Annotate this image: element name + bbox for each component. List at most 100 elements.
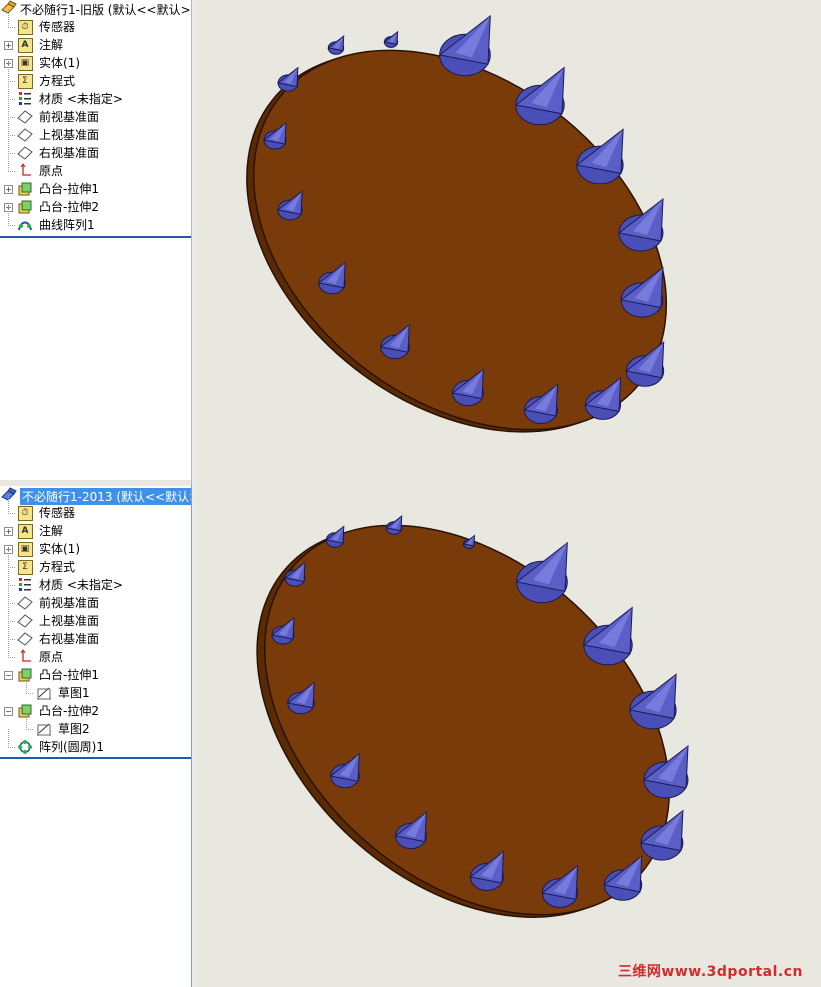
tree-item-label: 曲线阵列1 (39, 218, 95, 232)
equation-icon: Σ (17, 559, 33, 575)
tree-item-label: 材质 <未指定> (39, 92, 123, 106)
tree-item-boss-extrude2[interactable]: + 凸台-拉伸2 (0, 198, 190, 216)
tree-item-label: 传感器 (39, 506, 76, 520)
tree-item-label: 原点 (39, 650, 64, 664)
rollback-bar[interactable] (0, 757, 191, 759)
sketch-icon (36, 685, 52, 701)
tree-item-sensors[interactable]: ⏱ 传感器 (0, 9, 190, 36)
plane-icon (17, 127, 33, 143)
cone-spike (515, 541, 568, 604)
cone-spike (385, 515, 403, 535)
tree-item-boss-extrude1[interactable]: + 凸台-拉伸1 (0, 180, 190, 198)
tree-item-circular-pattern[interactable]: 阵列(圆周)1 (0, 729, 190, 756)
expand-icon[interactable]: + (4, 185, 13, 194)
tree-item-label: 阵列(圆周)1 (39, 740, 104, 754)
tree-item-right-plane[interactable]: 右视基准面 (0, 135, 190, 162)
tree-item-sketch2[interactable]: 草图2 (0, 711, 190, 738)
part-title-row-bottom[interactable]: 不必随行1-2013 (默认<<默认> (0, 486, 191, 505)
tree-item-equations[interactable]: Σ 方程式 (0, 549, 190, 576)
origin-icon (17, 163, 33, 179)
feature-manager-tree-bottom: 不必随行1-2013 (默认<<默认> ⏱ 传感器 + A 注解 + ▣ 实体(… (0, 486, 192, 987)
cone-spike (582, 606, 633, 666)
disk-model-top (246, 49, 668, 433)
tree-item-top-plane[interactable]: 上视基准面 (0, 117, 190, 144)
tree-item-label: 凸台-拉伸2 (39, 704, 99, 718)
collapse-icon[interactable]: − (4, 707, 13, 716)
sketch-icon (36, 721, 52, 737)
tree-item-label: 前视基准面 (39, 596, 100, 610)
graphics-viewport[interactable]: 三维网www.3dportal.cn (195, 0, 821, 987)
model-render (246, 14, 689, 918)
tree-item-right-plane[interactable]: 右视基准面 (0, 621, 190, 648)
tree-item-label: 草图2 (58, 722, 90, 736)
tree-item-label: 原点 (39, 164, 64, 178)
part-title: 不必随行1-2013 (默认<<默认> (20, 487, 191, 505)
tree-item-annotations[interactable]: + A 注解 (0, 36, 190, 54)
tree-item-label: 凸台-拉伸1 (39, 668, 99, 682)
part-title: 不必随行1-旧版 (默认<<默认> (20, 2, 191, 17)
tree-item-label: 方程式 (39, 74, 76, 88)
tree-item-label: 方程式 (39, 560, 76, 574)
material-icon (17, 577, 33, 593)
plane-icon (17, 595, 33, 611)
collapse-icon[interactable]: − (4, 671, 13, 680)
solid-body-icon: ▣ (17, 541, 33, 557)
tree-item-label: 实体(1) (39, 542, 80, 556)
tree-list: ⏱ 传感器 + A 注解 + ▣ 实体(1) Σ 方程式 材质 <未指定> 前视… (0, 495, 190, 756)
tree-item-front-plane[interactable]: 前视基准面 (0, 585, 190, 612)
tree-item-label: 右视基准面 (39, 146, 100, 160)
tree-list: ⏱ 传感器 + A 注解 + ▣ 实体(1) Σ 方程式 材质 <未指定> 前视… (0, 9, 190, 234)
plane-icon (17, 631, 33, 647)
plane-icon (17, 613, 33, 629)
feature-manager-tree-top: 不必随行1-旧版 (默认<<默认> ⏱ 传感器 + A 注解 + ▣ 实体(1)… (0, 0, 192, 480)
cone-spike (276, 66, 299, 92)
tree-item-equations[interactable]: Σ 方程式 (0, 63, 190, 90)
solid-body-icon: ▣ (17, 55, 33, 71)
cone-spike (327, 35, 345, 55)
tree-item-label: 前视基准面 (39, 110, 100, 124)
tree-item-label: 实体(1) (39, 56, 80, 70)
tree-item-origin[interactable]: 原点 (0, 153, 190, 180)
material-icon (17, 91, 33, 107)
tree-item-label: 上视基准面 (39, 614, 100, 628)
tree-item-label: 凸台-拉伸2 (39, 200, 99, 214)
tree-item-material[interactable]: 材质 <未指定> (0, 81, 190, 108)
plane-icon (17, 109, 33, 125)
tree-item-label: 右视基准面 (39, 632, 100, 646)
tree-item-label: 注解 (39, 38, 64, 52)
tree-item-label: 传感器 (39, 20, 76, 34)
origin-icon (17, 649, 33, 665)
expand-icon[interactable]: + (4, 41, 13, 50)
tree-item-material[interactable]: 材质 <未指定> (0, 567, 190, 594)
tree-item-sensors[interactable]: ⏱ 传感器 (0, 495, 190, 522)
tree-item-label: 注解 (39, 524, 64, 538)
sensor-icon: ⏱ (17, 505, 33, 521)
circular-pattern-icon (17, 739, 33, 755)
tree-item-front-plane[interactable]: 前视基准面 (0, 99, 190, 126)
boss-extrude-icon (17, 199, 33, 215)
tree-item-top-plane[interactable]: 上视基准面 (0, 603, 190, 630)
tree-item-solid-bodies[interactable]: + ▣ 实体(1) (0, 54, 190, 72)
curve-pattern-icon (17, 217, 33, 233)
tree-item-label: 上视基准面 (39, 128, 100, 142)
sensor-icon: ⏱ (17, 19, 33, 35)
expand-icon[interactable]: + (4, 527, 13, 536)
plane-icon (17, 145, 33, 161)
part-title-row-top[interactable]: 不必随行1-旧版 (默认<<默认> (0, 0, 191, 18)
tree-item-solid-bodies[interactable]: + ▣ 实体(1) (0, 540, 190, 558)
tree-item-annotations[interactable]: + A 注解 (0, 522, 190, 540)
rollback-bar[interactable] (0, 236, 191, 238)
cone-spike (438, 14, 491, 77)
tree-item-origin[interactable]: 原点 (0, 639, 190, 666)
tree-item-label: 凸台-拉伸1 (39, 182, 99, 196)
boss-extrude-icon (17, 181, 33, 197)
tree-item-label: 材质 <未指定> (39, 578, 123, 592)
annotation-icon: A (17, 523, 33, 539)
watermark-text: 三维网www.3dportal.cn (617, 964, 803, 980)
tree-item-curve-pattern[interactable]: 曲线阵列1 (0, 207, 190, 234)
tree-item-sketch1[interactable]: 草图1 (0, 675, 190, 702)
annotation-icon: A (17, 37, 33, 53)
cone-spike (514, 66, 565, 126)
tree-item-label: 草图1 (58, 686, 90, 700)
cone-spike (383, 30, 399, 48)
